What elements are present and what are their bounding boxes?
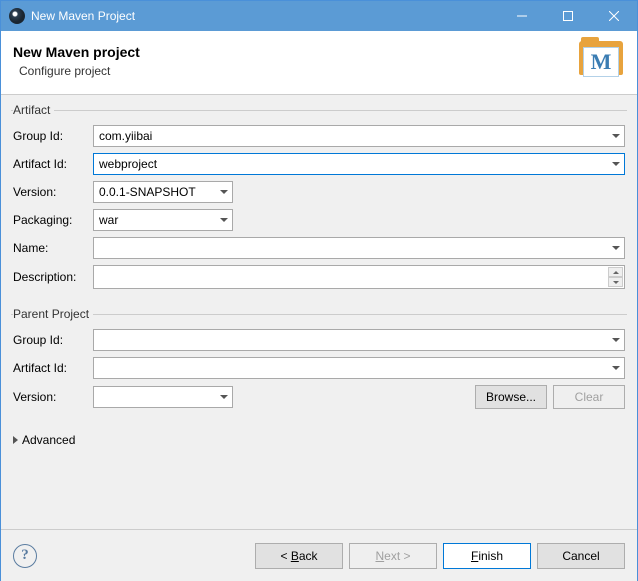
parent-artifact-id-input[interactable]: [93, 357, 625, 379]
chevron-down-icon: [612, 162, 620, 166]
packaging-label: Packaging:: [13, 213, 87, 227]
app-icon: [9, 8, 25, 24]
artifact-legend: Artifact: [13, 103, 54, 117]
titlebar: New Maven Project: [1, 1, 637, 31]
description-spinner[interactable]: [608, 267, 623, 287]
group-id-label: Group Id:: [13, 129, 87, 143]
clear-button[interactable]: Clear: [553, 385, 625, 409]
page-subtitle: Configure project: [19, 64, 577, 78]
artifact-id-label: Artifact Id:: [13, 157, 87, 171]
chevron-down-icon: [612, 134, 620, 138]
parent-version-input[interactable]: [93, 386, 233, 408]
window-title: New Maven Project: [31, 9, 499, 23]
version-label: Version:: [13, 185, 87, 199]
parent-legend: Parent Project: [13, 307, 93, 321]
maximize-button[interactable]: [545, 1, 591, 31]
description-input[interactable]: [93, 265, 625, 289]
chevron-down-icon: [613, 281, 619, 284]
chevron-down-icon: [612, 366, 620, 370]
artifact-id-input[interactable]: webproject: [93, 153, 625, 175]
dialog-footer: ? < Back Next > Finish Cancel: [1, 529, 637, 581]
chevron-down-icon: [612, 246, 620, 250]
browse-button[interactable]: Browse...: [475, 385, 547, 409]
maven-wizard-icon: M: [577, 41, 625, 81]
group-id-input[interactable]: com.yiibai: [93, 125, 625, 147]
dialog-content: Artifact Group Id: com.yiibai Artifact I…: [1, 95, 637, 529]
artifact-group: Artifact Group Id: com.yiibai Artifact I…: [11, 103, 627, 299]
back-button[interactable]: < Back: [255, 543, 343, 569]
description-label: Description:: [13, 270, 87, 284]
packaging-input[interactable]: war: [93, 209, 233, 231]
chevron-down-icon: [220, 395, 228, 399]
chevron-down-icon: [220, 218, 228, 222]
name-label: Name:: [13, 241, 87, 255]
chevron-down-icon: [220, 190, 228, 194]
advanced-label: Advanced: [22, 433, 75, 447]
version-input[interactable]: 0.0.1-SNAPSHOT: [93, 181, 233, 203]
minimize-button[interactable]: [499, 1, 545, 31]
page-title: New Maven project: [13, 44, 577, 60]
caret-right-icon: [13, 436, 18, 444]
parent-group-id-input[interactable]: [93, 329, 625, 351]
parent-version-label: Version:: [13, 390, 87, 404]
close-button[interactable]: [591, 1, 637, 31]
dialog-header: New Maven project Configure project M: [1, 31, 637, 95]
help-button[interactable]: ?: [13, 544, 37, 568]
parent-artifact-id-label: Artifact Id:: [13, 361, 87, 375]
parent-group-id-label: Group Id:: [13, 333, 87, 347]
parent-project-group: Parent Project Group Id: Artifact Id: Ve…: [11, 307, 627, 419]
chevron-down-icon: [612, 338, 620, 342]
name-input[interactable]: [93, 237, 625, 259]
chevron-up-icon: [613, 271, 619, 274]
close-icon: [609, 11, 619, 21]
cancel-button[interactable]: Cancel: [537, 543, 625, 569]
advanced-toggle[interactable]: Advanced: [11, 427, 627, 453]
maximize-icon: [563, 11, 573, 21]
minimize-icon: [517, 11, 527, 21]
finish-button[interactable]: Finish: [443, 543, 531, 569]
next-button[interactable]: Next >: [349, 543, 437, 569]
